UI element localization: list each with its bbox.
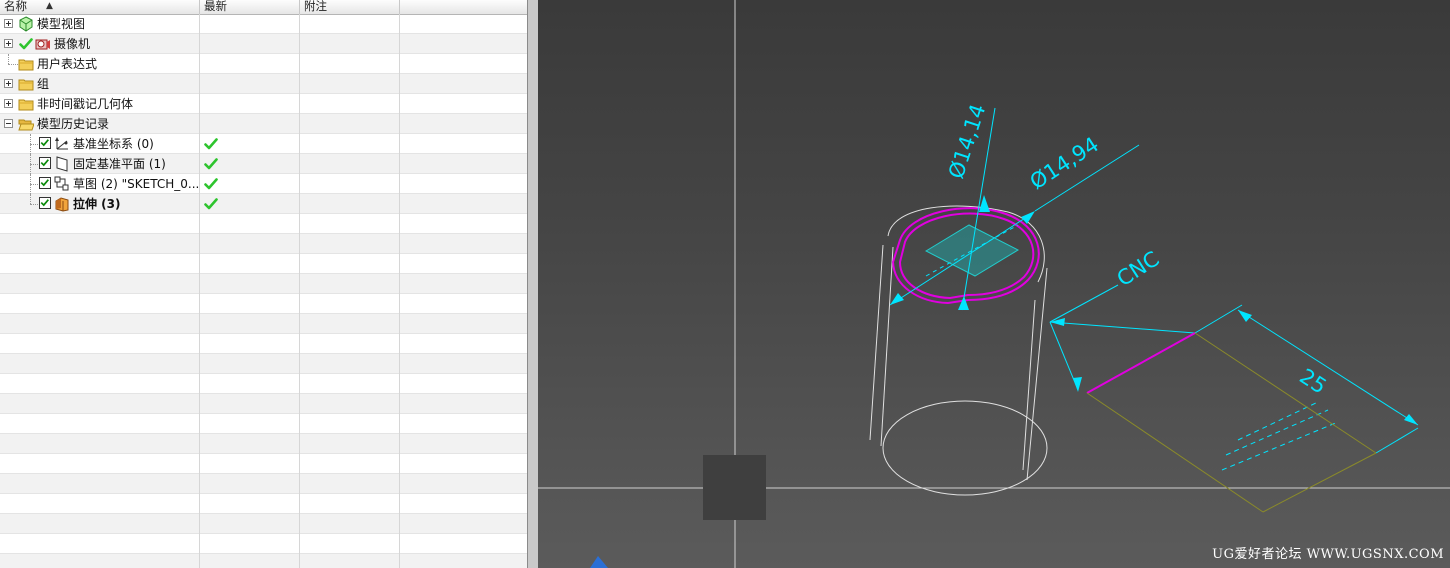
tree-row[interactable]: 拉伸 (3) — [0, 194, 527, 214]
graphics-viewport[interactable]: Ø14,14 Ø14,94 CNC 25 UG爱好者论坛 WWW.UGSNX.C… — [538, 0, 1450, 568]
feature-checkbox[interactable] — [39, 137, 51, 149]
view-triad-area — [703, 455, 766, 520]
splitter[interactable] — [528, 0, 538, 568]
expand-icon[interactable] — [4, 79, 13, 88]
empty-row — [0, 394, 527, 414]
tree-row[interactable]: 组 — [0, 74, 527, 94]
sort-ascending-icon: ▲ — [46, 1, 53, 11]
feature-checkbox[interactable] — [39, 177, 51, 189]
empty-row — [0, 294, 527, 314]
expand-icon[interactable] — [4, 99, 13, 108]
tree-row[interactable]: 固定基准平面 (1) — [0, 154, 527, 174]
dimension-outer-diameter: Ø14,94 — [1026, 132, 1103, 194]
expand-icon[interactable] — [4, 19, 13, 28]
tree-row[interactable]: 基准坐标系 (0) — [0, 134, 527, 154]
column-header-name[interactable]: 名称 ▲ — [0, 0, 200, 14]
dimension-inner-diameter: Ø14,14 — [944, 101, 991, 181]
folder-icon — [18, 79, 34, 91]
tree-row[interactable]: 摄像机 — [0, 34, 527, 54]
empty-row — [0, 534, 527, 554]
tree-row-label: 模型视图 — [37, 17, 86, 31]
column-header-notes[interactable]: 附注 — [300, 0, 400, 14]
datum-csys-icon — [55, 137, 68, 150]
datum-plane-icon — [56, 156, 68, 172]
tree-line — [30, 194, 31, 204]
empty-row — [0, 454, 527, 474]
watermark: UG爱好者论坛 WWW.UGSNX.COM — [1212, 547, 1444, 562]
tree-row-label: 非时间戳记几何体 — [37, 97, 134, 111]
empty-row — [0, 334, 527, 354]
tree-row-label: 模型历史记录 — [37, 117, 110, 131]
column-divider — [299, 14, 300, 568]
empty-row — [0, 494, 527, 514]
tree-row-label: 用户表达式 — [37, 57, 98, 71]
tree-row-label: 固定基准平面 (1) — [73, 157, 166, 171]
extrude-icon — [55, 197, 69, 212]
empty-row — [0, 214, 527, 234]
navigator-header: 名称 ▲ 最新 附注 — [0, 0, 527, 15]
column-divider — [199, 14, 200, 568]
tree-row-label: 草图 (2) "SKETCH_0... — [73, 177, 200, 191]
empty-row — [0, 254, 527, 274]
tree-line — [8, 64, 18, 65]
model-drawing: Ø14,14 Ø14,94 CNC 25 — [538, 0, 1450, 568]
tree-line — [30, 204, 38, 205]
latest-check-icon — [204, 197, 218, 211]
camera-icon — [35, 39, 50, 50]
collapse-icon[interactable] — [4, 119, 13, 128]
empty-row — [0, 374, 527, 394]
dimension-length: 25 — [1295, 364, 1330, 399]
tree-row[interactable]: 模型历史记录 — [0, 114, 527, 134]
empty-row — [0, 314, 527, 334]
tree-line — [30, 164, 38, 165]
model-views-icon — [19, 16, 33, 32]
tree-line — [30, 144, 38, 145]
column-divider — [399, 14, 400, 568]
tree-row[interactable]: 用户表达式 — [0, 54, 527, 74]
tree-row-label: 组 — [37, 77, 50, 91]
empty-row — [0, 554, 527, 568]
empty-row — [0, 354, 527, 374]
folder-icon — [18, 99, 34, 111]
tree-row-label: 摄像机 — [54, 37, 91, 51]
empty-row — [0, 514, 527, 534]
tree-line — [8, 54, 9, 64]
sheet-body — [1086, 332, 1377, 513]
tree-row-label: 拉伸 (3) — [73, 197, 121, 211]
expand-icon[interactable] — [4, 39, 13, 48]
empty-row — [0, 474, 527, 494]
folder-icon — [18, 59, 34, 71]
tree-row[interactable]: 模型视图 — [0, 14, 527, 34]
latest-check-icon — [204, 137, 218, 151]
tree-row[interactable]: 非时间戳记几何体 — [0, 94, 527, 114]
tree-row-label: 基准坐标系 (0) — [73, 137, 154, 151]
empty-row — [0, 274, 527, 294]
empty-row — [0, 234, 527, 254]
view-triad-icon — [590, 556, 608, 568]
tree-row[interactable]: 草图 (2) "SKETCH_0... — [0, 174, 527, 194]
feature-checkbox[interactable] — [39, 197, 51, 209]
part-navigator: 名称 ▲ 最新 附注 模型视图摄像机用户表达式组非时间戳记几何体 模型历史记录基准坐… — [0, 0, 528, 568]
feature-checkbox[interactable] — [39, 157, 51, 169]
note-cnc: CNC — [1113, 247, 1164, 292]
folder-open-icon — [18, 119, 34, 131]
visible-check-icon[interactable] — [19, 37, 33, 51]
empty-row — [0, 414, 527, 434]
column-header-latest[interactable]: 最新 — [200, 0, 300, 14]
latest-check-icon — [204, 177, 218, 191]
empty-row — [0, 434, 527, 454]
tree-line — [30, 184, 38, 185]
sketch-icon — [54, 176, 69, 191]
latest-check-icon — [204, 157, 218, 171]
